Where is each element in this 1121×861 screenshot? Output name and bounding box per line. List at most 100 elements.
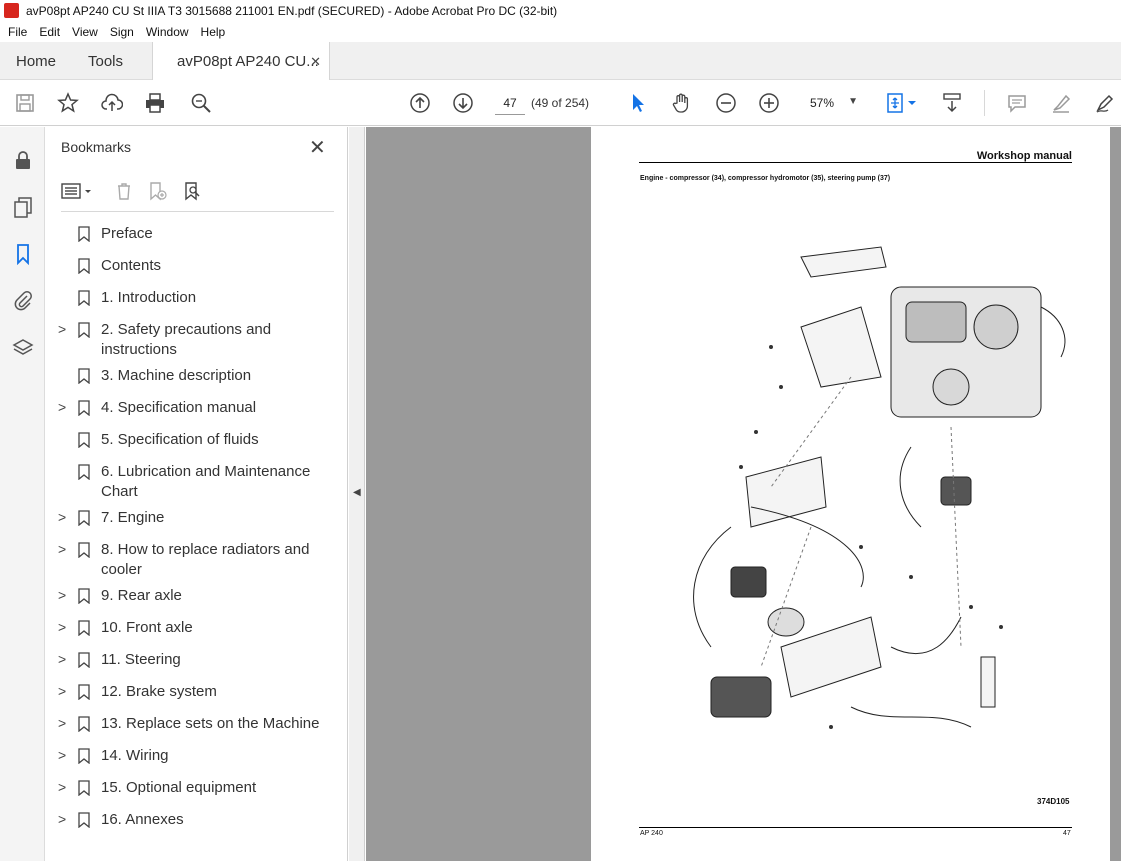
chevron-right-icon[interactable]: > [58,509,66,525]
bookmark-flag-icon [78,510,90,526]
bookmark-item[interactable]: > 12. Brake system [46,681,348,713]
zoom-in-icon[interactable] [756,90,782,116]
zoom-out-icon[interactable] [713,90,739,116]
bookmark-list: Preface Contents 1. Introduction > 2. Sa… [46,223,348,841]
chevron-right-icon[interactable]: > [58,619,66,635]
save-icon[interactable] [12,90,38,116]
chevron-right-icon[interactable]: > [58,399,66,415]
bookmark-flag-icon [78,322,90,338]
figure-code: 374D105 [1037,797,1070,806]
bookmark-item[interactable]: > 15. Optional equipment [46,777,348,809]
bookmark-label: 10. Front axle [101,619,193,636]
close-panel-icon[interactable]: ✕ [309,135,326,160]
bookmark-item[interactable]: > 2. Safety precautions and instructions [46,319,348,365]
bookmark-star-icon[interactable] [55,90,81,116]
print-icon[interactable] [142,90,168,116]
page-number-input[interactable]: 47 [495,91,525,115]
chevron-right-icon[interactable]: > [58,651,66,667]
bookmark-item[interactable]: > 16. Annexes [46,809,348,841]
menu-sign[interactable]: Sign [110,22,134,42]
menu-edit[interactable]: Edit [39,22,60,42]
document-view[interactable]: Workshop manual Engine - compressor (34)… [366,127,1121,861]
collapse-left-icon: ◀ [353,487,361,498]
menu-window[interactable]: Window [146,22,189,42]
bookmark-label: 6. Lubrication and Maintenance Chart [101,463,311,500]
bookmark-item[interactable]: Preface [46,223,348,255]
bookmark-label: 13. Replace sets on the Machine [101,715,320,732]
chevron-right-icon[interactable]: > [58,715,66,731]
bookmark-flag-icon [78,400,90,416]
panel-collapse-handle[interactable]: ◀ [349,127,365,861]
bookmark-label: 2. Safety precautions and instructions [101,321,272,358]
new-bookmark-icon[interactable] [145,179,169,203]
bookmark-options-menu[interactable] [60,179,96,203]
highlight-pen-icon[interactable] [1048,90,1074,116]
left-navigation-rail [0,127,45,861]
lock-icon[interactable] [10,147,36,173]
bookmark-flag-icon [78,780,90,796]
page-footer-number: 47 [1063,830,1071,837]
bookmark-item[interactable]: Contents [46,255,348,287]
tab-document[interactable]: avP08pt AP240 CU... ✕ [152,42,330,80]
bookmark-flag-icon [78,226,90,242]
bookmarks-toolbar [46,171,348,211]
bookmark-item[interactable]: > 8. How to replace radiators and cooler [46,539,348,585]
chevron-right-icon[interactable]: > [58,779,66,795]
zoom-select[interactable]: 57% ▼ [800,91,864,115]
bookmarks-divider [61,211,334,212]
bookmark-item[interactable]: > 14. Wiring [46,745,348,777]
menu-view[interactable]: View [72,22,98,42]
sign-pen-icon[interactable] [1092,90,1118,116]
bookmark-flag-icon [78,748,90,764]
previous-page-icon[interactable] [407,90,433,116]
bookmark-item[interactable]: > 13. Replace sets on the Machine [46,713,348,745]
next-page-icon[interactable] [450,90,476,116]
close-tab-icon[interactable]: ✕ [310,54,321,70]
bookmark-flag-icon [78,620,90,636]
bookmark-flag-icon [78,588,90,604]
chevron-right-icon[interactable]: > [58,683,66,699]
bookmark-flag-icon [78,464,90,480]
tab-tools[interactable]: Tools [88,42,123,80]
page-thumbnails-icon[interactable] [10,194,36,220]
select-cursor-icon[interactable] [625,90,651,116]
exploded-view-drawing [693,246,1066,729]
bookmark-item[interactable]: > 4. Specification manual [46,397,348,429]
bookmark-item[interactable]: 1. Introduction [46,287,348,319]
layers-icon[interactable] [10,335,36,361]
attachments-icon[interactable] [10,287,36,313]
bookmarks-icon[interactable] [10,241,36,267]
bookmark-item[interactable]: 3. Machine description [46,365,348,397]
tab-home[interactable]: Home [16,42,56,80]
bookmark-label: 9. Rear axle [101,587,182,604]
bookmark-item[interactable]: > 7. Engine [46,507,348,539]
bookmark-label: 11. Steering [101,651,181,668]
chevron-right-icon[interactable]: > [58,321,66,337]
menu-help[interactable]: Help [201,22,226,42]
bookmark-item[interactable]: 6. Lubrication and Maintenance Chart [46,461,348,507]
scroll-mode-icon[interactable] [939,90,965,116]
find-bookmark-icon[interactable] [180,179,204,203]
upload-cloud-icon[interactable] [99,90,125,116]
bookmark-label: 8. How to replace radiators and cooler [101,541,310,578]
bookmark-flag-icon [78,652,90,668]
menu-file[interactable]: File [8,22,27,42]
chevron-right-icon[interactable]: > [58,747,66,763]
find-zoom-icon[interactable] [188,90,214,116]
chevron-right-icon[interactable]: > [58,587,66,603]
bookmark-label: 4. Specification manual [101,399,257,416]
chevron-right-icon[interactable]: > [58,811,66,827]
page-count: (49 of 254) [531,96,590,110]
bookmark-label: Contents [101,257,162,274]
bookmark-item[interactable]: > 10. Front axle [46,617,348,649]
delete-bookmark-icon[interactable] [112,179,136,203]
bookmark-item[interactable]: > 9. Rear axle [46,585,348,617]
comment-icon[interactable] [1004,90,1030,116]
chevron-right-icon[interactable]: > [58,541,66,557]
bookmark-flag-icon [78,812,90,828]
bookmark-item[interactable]: 5. Specification of fluids [46,429,348,461]
title-bar: avP08pt AP240 CU St IIIA T3 3015688 2110… [0,0,1121,22]
bookmark-item[interactable]: > 11. Steering [46,649,348,681]
fit-page-dropdown-icon[interactable] [906,90,918,116]
hand-tool-icon[interactable] [668,90,694,116]
